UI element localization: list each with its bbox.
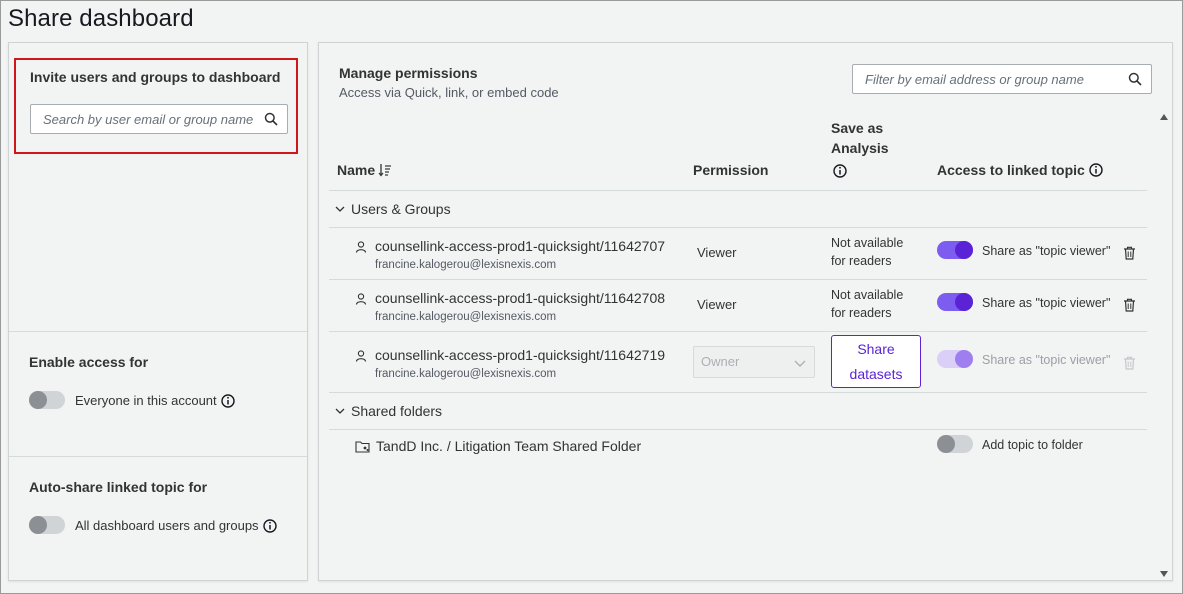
manage-permissions-panel: Manage permissions Access via Quick, lin… — [318, 42, 1173, 581]
toggle-knob — [29, 516, 47, 534]
auto-share-toggle[interactable] — [29, 516, 65, 534]
row-save-as-line1: Not available — [831, 288, 904, 302]
column-header-save-as-line2: Analysis — [831, 140, 889, 156]
manage-permissions-title: Manage permissions — [339, 65, 478, 81]
group-users-groups-label: Users & Groups — [351, 201, 451, 217]
folder-name: TandD Inc. / Litigation Team Shared Fold… — [376, 438, 642, 454]
topic-share-toggle[interactable] — [937, 293, 973, 311]
topic-share-toggle[interactable] — [937, 350, 973, 368]
auto-share-toggle-label: All dashboard users and groups — [75, 518, 277, 533]
divider — [329, 190, 1147, 191]
column-header-linked-topic: Access to linked topic — [937, 162, 1103, 178]
enable-access-title: Enable access for — [29, 354, 149, 370]
manage-permissions-subtitle: Access via Quick, link, or embed code — [339, 85, 559, 100]
toggle-knob — [29, 391, 47, 409]
chevron-down-icon — [794, 360, 806, 367]
permission-select-value: Owner — [701, 354, 740, 369]
auto-share-title: Auto-share linked topic for — [29, 479, 208, 495]
column-header-name-label: Name — [337, 162, 376, 178]
shared-folder-icon — [355, 440, 370, 453]
info-icon[interactable] — [262, 518, 277, 533]
add-topic-to-folder-toggle[interactable] — [937, 435, 973, 453]
info-icon[interactable] — [1089, 163, 1103, 177]
divider — [9, 456, 307, 457]
row-user-name: counsellink-access-prod1-quicksight/1164… — [375, 290, 666, 306]
trash-icon[interactable] — [1123, 246, 1136, 260]
row-save-as-line1: Not available — [831, 236, 904, 250]
everyone-toggle[interactable] — [29, 391, 65, 409]
column-header-name[interactable]: Name — [337, 162, 392, 178]
trash-icon[interactable] — [1123, 298, 1136, 312]
toggle-knob — [955, 293, 973, 311]
column-header-save-as-line1: Save as — [831, 120, 884, 136]
chevron-down-icon[interactable] — [335, 204, 345, 214]
topic-share-label: Share as "topic viewer" — [982, 296, 1111, 310]
toggle-knob — [955, 241, 973, 259]
user-icon — [355, 350, 367, 362]
row-save-as-line2: for readers — [831, 306, 892, 320]
info-icon[interactable] — [220, 393, 235, 408]
group-shared-folders[interactable]: Shared folders — [335, 403, 442, 419]
chevron-down-icon[interactable] — [335, 406, 345, 416]
divider — [329, 331, 1147, 332]
trash-icon[interactable] — [1123, 356, 1136, 370]
column-header-linked-topic-label: Access to linked topic — [937, 162, 1085, 178]
group-users-groups[interactable]: Users & Groups — [335, 201, 451, 217]
auto-share-label-text: All dashboard users and groups — [75, 518, 259, 533]
divider — [329, 227, 1147, 228]
invite-search-field[interactable] — [30, 104, 288, 134]
toggle-knob — [955, 350, 973, 368]
search-icon[interactable] — [264, 112, 278, 126]
invite-search-input[interactable] — [31, 105, 287, 133]
row-user-email: francine.kalogerou@lexisnexis.com — [375, 368, 557, 380]
user-icon — [355, 293, 367, 305]
topic-share-toggle[interactable] — [937, 241, 973, 259]
everyone-label-text: Everyone in this account — [75, 393, 217, 408]
column-header-permission: Permission — [693, 162, 769, 178]
everyone-toggle-label: Everyone in this account — [75, 393, 235, 408]
row-permission: Viewer — [697, 297, 737, 312]
add-topic-label: Add topic to folder — [982, 438, 1083, 452]
row-user-email: francine.kalogerou@lexisnexis.com — [375, 311, 557, 323]
invite-title: Invite users and groups to dashboard — [30, 69, 281, 85]
row-user-name: counsellink-access-prod1-quicksight/1164… — [375, 238, 666, 254]
topic-share-label: Share as "topic viewer" — [982, 244, 1111, 258]
filter-search-input[interactable] — [853, 65, 1151, 93]
share-datasets-button[interactable]: Share datasets — [831, 335, 921, 388]
row-user-email: francine.kalogerou@lexisnexis.com — [375, 259, 557, 271]
search-icon[interactable] — [1128, 72, 1142, 86]
info-icon[interactable] — [833, 164, 847, 178]
group-shared-folders-label: Shared folders — [351, 403, 443, 419]
permission-select[interactable]: Owner — [693, 346, 815, 378]
divider — [9, 331, 307, 332]
sort-icon[interactable] — [378, 163, 392, 177]
row-permission: Viewer — [697, 245, 737, 260]
invite-section: Invite users and groups to dashboard — [14, 58, 298, 154]
row-save-as-line2: for readers — [831, 254, 892, 268]
left-panel: Invite users and groups to dashboard Ena… — [8, 42, 308, 581]
scroll-up-arrow[interactable] — [1159, 113, 1169, 121]
row-user-name: counsellink-access-prod1-quicksight/1164… — [375, 347, 666, 363]
user-icon — [355, 241, 367, 253]
toggle-knob — [937, 435, 955, 453]
share-datasets-line2: datasets — [849, 366, 903, 382]
scroll-down-arrow[interactable] — [1159, 570, 1169, 578]
topic-share-label: Share as "topic viewer" — [982, 353, 1111, 367]
share-datasets-line1: Share — [857, 341, 895, 357]
filter-search-field[interactable] — [852, 64, 1152, 94]
page-title: Share dashboard — [8, 5, 194, 32]
divider — [329, 429, 1147, 430]
divider — [329, 392, 1147, 393]
divider — [329, 279, 1147, 280]
folder-row: TandD Inc. / Litigation Team Shared Fold… — [355, 438, 641, 454]
